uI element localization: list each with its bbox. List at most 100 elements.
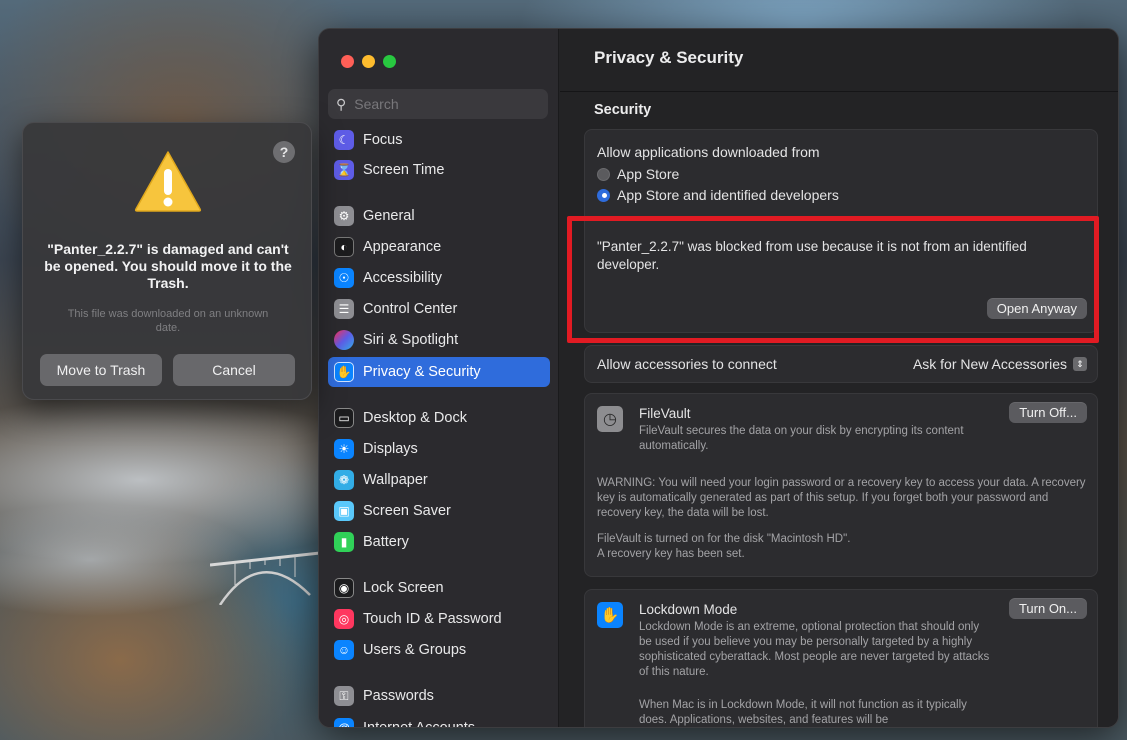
radio-label: App Store and identified developers bbox=[617, 187, 839, 203]
at-icon: @ bbox=[334, 718, 354, 727]
damaged-app-alert: ? "Panter_2.2.7" is damaged and can't be… bbox=[22, 122, 312, 400]
zoom-window-button[interactable] bbox=[383, 55, 396, 68]
sidebar-item-label: Control Center bbox=[363, 301, 458, 317]
title-divider bbox=[560, 91, 1118, 92]
radio-button-on[interactable] bbox=[597, 188, 610, 202]
lockdown-description: Lockdown Mode is an extreme, optional pr… bbox=[639, 621, 990, 678]
blocked-message: "Panter_2.2.7" was blocked from use beca… bbox=[597, 239, 1027, 272]
divider bbox=[597, 216, 1085, 217]
cancel-button[interactable]: Cancel bbox=[173, 354, 295, 386]
sidebar-item-label: Privacy & Security bbox=[363, 364, 481, 380]
lockdown-description-2: When Mac is in Lockdown Mode, it will no… bbox=[639, 699, 967, 726]
sidebar-item-accessibility[interactable]: ☉ Accessibility bbox=[328, 263, 550, 293]
close-window-button[interactable] bbox=[341, 55, 354, 68]
move-to-trash-button[interactable]: Move to Trash bbox=[40, 354, 162, 386]
hand-icon: ✋ bbox=[597, 602, 623, 628]
sidebar-item-label: Wallpaper bbox=[363, 472, 428, 488]
sidebar-list: ☾ Focus ⌛ Screen Time ⚙ General ◐ Appear… bbox=[328, 127, 550, 728]
sidebar-item-touch-id[interactable]: ◎ Touch ID & Password bbox=[328, 604, 550, 634]
warning-icon bbox=[134, 151, 202, 212]
sidebar-item-appearance[interactable]: ◐ Appearance bbox=[328, 232, 550, 262]
sidebar-item-siri-spotlight[interactable]: Siri & Spotlight bbox=[328, 325, 550, 355]
filevault-description: FileVault secures the data on your disk … bbox=[639, 425, 964, 452]
sidebar-item-control-center[interactable]: ☰ Control Center bbox=[328, 294, 550, 324]
sidebar-item-privacy-security[interactable]: ✋ Privacy & Security bbox=[328, 357, 550, 387]
fingerprint-icon: ◎ bbox=[334, 609, 354, 629]
sidebar-item-passwords[interactable]: ⚿ Passwords bbox=[328, 681, 550, 711]
sidebar-item-label: Displays bbox=[363, 441, 418, 457]
system-settings-window: ⚲ ☾ Focus ⌛ Screen Time ⚙ General ◐ Appe… bbox=[318, 28, 1119, 728]
dock-icon: ▭ bbox=[334, 408, 354, 428]
moon-icon: ☾ bbox=[334, 130, 354, 150]
control-center-icon: ☰ bbox=[334, 299, 354, 319]
lock-icon: ◉ bbox=[334, 578, 354, 598]
search-input[interactable] bbox=[354, 96, 525, 112]
alert-title: "Panter_2.2.7" is damaged and can't be o… bbox=[44, 241, 292, 291]
filevault-status-line1: FileVault is turned on for the disk "Mac… bbox=[597, 533, 851, 545]
sidebar-item-users-groups[interactable]: ☺ Users & Groups bbox=[328, 635, 550, 665]
chevron-updown-icon: ⇕ bbox=[1073, 357, 1087, 371]
sidebar-item-label: Touch ID & Password bbox=[363, 611, 502, 627]
radio-identified-developers[interactable]: App Store and identified developers bbox=[597, 187, 839, 203]
turn-on-lockdown-button[interactable]: Turn On... bbox=[1008, 598, 1087, 619]
sidebar-item-focus[interactable]: ☾ Focus bbox=[328, 127, 550, 155]
sidebar-item-label: Internet Accounts bbox=[363, 720, 476, 728]
appearance-icon: ◐ bbox=[334, 237, 354, 257]
search-field[interactable]: ⚲ bbox=[328, 89, 548, 119]
filevault-status-line2: A recovery key has been set. bbox=[597, 548, 745, 560]
sidebar-item-label: Siri & Spotlight bbox=[363, 332, 459, 348]
sidebar-item-label: Screen Time bbox=[363, 162, 445, 178]
turn-off-filevault-button[interactable]: Turn Off... bbox=[1009, 402, 1087, 423]
flower-icon: ❁ bbox=[334, 470, 354, 490]
screensaver-icon: ▣ bbox=[334, 501, 354, 521]
sidebar-item-battery[interactable]: ▮ Battery bbox=[328, 527, 550, 557]
lockdown-card: ✋ Lockdown Mode Lockdown Mode is an extr… bbox=[584, 589, 1098, 727]
sidebar-item-displays[interactable]: ☀ Displays bbox=[328, 434, 550, 464]
main-pane: Privacy & Security Security Allow applic… bbox=[560, 29, 1118, 727]
sidebar-item-label: Users & Groups bbox=[363, 642, 467, 658]
open-anyway-button[interactable]: Open Anyway bbox=[986, 298, 1087, 319]
search-icon: ⚲ bbox=[336, 95, 347, 112]
accessories-select[interactable]: Ask for New Accessories ⇕ bbox=[913, 356, 1087, 372]
security-heading: Security bbox=[594, 102, 652, 118]
allow-apps-label: Allow applications downloaded from bbox=[597, 144, 820, 160]
security-card: Allow applications downloaded from App S… bbox=[584, 129, 1098, 333]
gear-icon: ⚙ bbox=[334, 206, 354, 226]
sidebar-item-label: General bbox=[363, 208, 415, 224]
lockdown-title: Lockdown Mode bbox=[639, 602, 738, 617]
users-icon: ☺ bbox=[334, 640, 354, 660]
sidebar-item-label: Screen Saver bbox=[363, 503, 451, 519]
sidebar-item-screen-saver[interactable]: ▣ Screen Saver bbox=[328, 496, 550, 526]
sidebar-item-label: Desktop & Dock bbox=[363, 410, 467, 426]
hourglass-icon: ⌛ bbox=[334, 160, 354, 180]
sun-icon: ☀ bbox=[334, 439, 354, 459]
accessories-label: Allow accessories to connect bbox=[597, 356, 777, 372]
sidebar-item-label: Passwords bbox=[363, 688, 434, 704]
sidebar-item-label: Accessibility bbox=[363, 270, 442, 286]
sidebar-item-lock-screen[interactable]: ◉ Lock Screen bbox=[328, 573, 550, 603]
sidebar-item-label: Lock Screen bbox=[363, 580, 444, 596]
sidebar: ⚲ ☾ Focus ⌛ Screen Time ⚙ General ◐ Appe… bbox=[319, 29, 559, 727]
sidebar-item-screen-time[interactable]: ⌛ Screen Time bbox=[328, 155, 550, 185]
radio-button-off[interactable] bbox=[597, 167, 610, 181]
minimize-window-button[interactable] bbox=[362, 55, 375, 68]
window-controls bbox=[341, 55, 396, 68]
sidebar-item-general[interactable]: ⚙ General bbox=[328, 201, 550, 231]
safe-icon: ◷ bbox=[597, 406, 623, 432]
sidebar-item-internet-accounts[interactable]: @ Internet Accounts bbox=[328, 713, 550, 728]
accessibility-icon: ☉ bbox=[334, 268, 354, 288]
radio-label: App Store bbox=[617, 166, 680, 182]
sidebar-item-desktop-dock[interactable]: ▭ Desktop & Dock bbox=[328, 403, 550, 433]
alert-subtitle: This file was downloaded on an unknown d… bbox=[67, 308, 269, 334]
sidebar-item-label: Battery bbox=[363, 534, 409, 550]
page-title: Privacy & Security bbox=[594, 48, 744, 67]
sidebar-item-label: Appearance bbox=[363, 239, 442, 255]
hand-icon: ✋ bbox=[334, 362, 354, 382]
help-button[interactable]: ? bbox=[273, 141, 295, 163]
sidebar-item-wallpaper[interactable]: ❁ Wallpaper bbox=[328, 465, 550, 495]
filevault-title: FileVault bbox=[639, 406, 691, 421]
radio-app-store[interactable]: App Store bbox=[597, 166, 679, 182]
siri-icon bbox=[334, 330, 354, 350]
key-icon: ⚿ bbox=[334, 686, 354, 706]
wallpaper-bridge bbox=[210, 551, 320, 605]
